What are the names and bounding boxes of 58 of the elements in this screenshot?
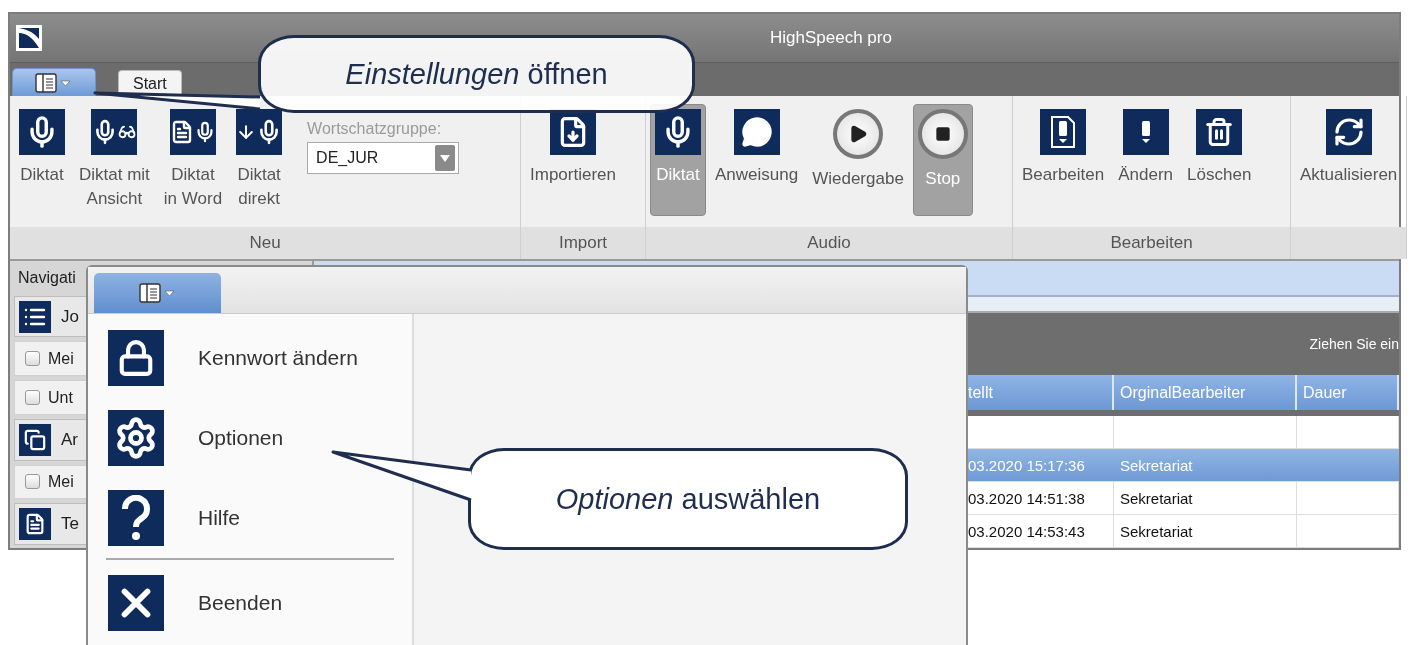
item-label: Unt bbox=[48, 388, 73, 407]
section-label: Jo bbox=[61, 306, 79, 327]
ribbon-button[interactable]: Diktat bbox=[14, 104, 70, 216]
trash-icon bbox=[1196, 109, 1243, 155]
speech-bubble-icon bbox=[733, 109, 780, 155]
group-label: Audio bbox=[646, 227, 1012, 259]
list-icon bbox=[19, 300, 51, 333]
ribbon-button[interactable]: Wiedergabe bbox=[807, 104, 909, 216]
menu-item[interactable]: Kennwort ändern bbox=[88, 318, 412, 398]
menu-item[interactable]: Hilfe bbox=[88, 478, 412, 558]
close-icon bbox=[108, 575, 164, 631]
exclamation-icon bbox=[1122, 109, 1169, 155]
group-by-hint: Ziehen Sie ein bbox=[1309, 335, 1399, 352]
window-title: HighSpeech pro bbox=[770, 28, 892, 48]
checkbox[interactable] bbox=[25, 474, 40, 490]
callout-text: Optionen auswählen bbox=[555, 482, 821, 516]
lock-icon bbox=[108, 330, 164, 386]
ribbon-button[interactable]: Diktat mit Ansicht bbox=[74, 104, 155, 218]
item-label: Mei bbox=[48, 349, 74, 368]
settings-icon bbox=[108, 410, 164, 466]
checkbox[interactable] bbox=[25, 351, 40, 367]
app-menu-tab[interactable] bbox=[12, 68, 96, 96]
vocabulary-label: Wortschatzgruppe: bbox=[307, 120, 443, 138]
document-exclamation-icon bbox=[1040, 109, 1087, 155]
copy-icon bbox=[19, 423, 51, 456]
help-icon bbox=[108, 490, 164, 546]
callout-text: Einstellungen öffnen bbox=[345, 57, 608, 91]
document-icon bbox=[19, 508, 51, 541]
group-label: Import bbox=[521, 227, 645, 259]
logo-icon bbox=[16, 25, 42, 51]
menu-item[interactable]: Beenden bbox=[88, 563, 412, 643]
navigation-title: Navigati bbox=[17, 267, 77, 288]
refresh-icon bbox=[1325, 109, 1372, 155]
item-label: Mei bbox=[48, 472, 74, 491]
ribbon-button[interactable]: Löschen bbox=[1182, 104, 1257, 216]
section-label: Te bbox=[61, 514, 79, 535]
app-menu-tab[interactable] bbox=[94, 273, 221, 313]
ribbon-button[interactable]: Bearbeiten bbox=[1017, 104, 1110, 216]
document-microphone-icon bbox=[169, 109, 216, 155]
table-cell: Sekretariat bbox=[1114, 515, 1297, 548]
microphone-icon bbox=[19, 109, 65, 155]
checkbox[interactable] bbox=[25, 390, 40, 406]
ribbon-button[interactable]: Diktat in Word bbox=[158, 104, 228, 218]
group-label: Bearbeiten bbox=[1013, 227, 1290, 259]
table-cell-text: Sekretariat bbox=[1119, 455, 1194, 476]
stop-icon bbox=[917, 109, 968, 159]
table-cell: Sekretariat bbox=[1114, 482, 1297, 515]
ribbon-button[interactable]: Anweisung bbox=[710, 104, 804, 216]
play-icon bbox=[833, 109, 883, 159]
section-label: Ar bbox=[61, 429, 78, 450]
vocabulary-dropdown[interactable]: DE_JUR bbox=[307, 142, 460, 174]
ribbon-button[interactable]: Aktualisieren bbox=[1295, 104, 1403, 216]
group-label: Neu bbox=[10, 227, 520, 259]
ribbon-button[interactable]: Ändern bbox=[1113, 104, 1179, 216]
table-cell-text: 03.2020 15:17:36 bbox=[967, 455, 1086, 476]
microphone-glasses-icon bbox=[91, 109, 138, 155]
ribbon-tab[interactable]: Start bbox=[118, 70, 182, 96]
ribbon-button[interactable]: Diktat direkt bbox=[231, 104, 288, 218]
